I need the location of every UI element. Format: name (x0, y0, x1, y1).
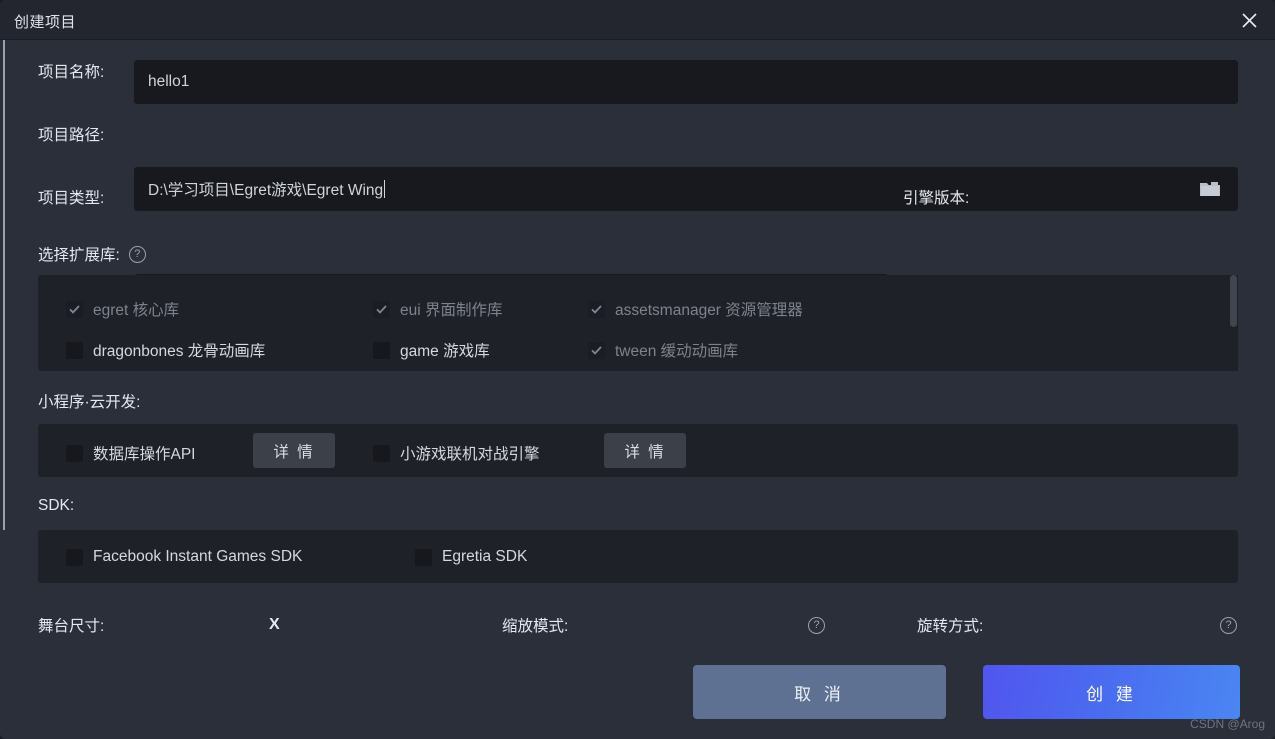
checkbox-label: assetsmanager 资源管理器 (615, 302, 803, 319)
scale-mode-row: 缩放模式: (502, 614, 568, 636)
checkbox-game[interactable]: game 游戏库 (373, 339, 490, 361)
checkbox-facebook-instant-games-sdk[interactable]: Facebook Instant Games SDK (66, 548, 302, 566)
extensions-label-text: 选择扩展库: (38, 247, 120, 264)
dialog-titlebar: 创建项目 (0, 0, 1275, 40)
checkbox-label: Egretia SDK (442, 548, 528, 565)
checkbox-box (588, 300, 605, 318)
miniprogram-section-label: 小程序·云开发: (38, 390, 140, 412)
project-name-row: 项目名称: (38, 60, 104, 82)
checkbox-label: Facebook Instant Games SDK (93, 548, 303, 565)
create-button[interactable]: 创 建 (983, 665, 1240, 719)
project-name-label: 项目名称: (38, 64, 105, 81)
stage-size-label: 舞台尺寸: (38, 618, 105, 635)
help-icon[interactable]: ? (128, 245, 146, 263)
checkbox-multiplayer-engine[interactable]: 小游戏联机对战引擎 (373, 442, 540, 464)
project-type-row: 项目类型: (38, 186, 104, 208)
scale-mode-help-icon[interactable]: ? (808, 617, 825, 634)
checkbox-label: tween 缓动动画库 (615, 343, 739, 360)
checkbox-box (373, 444, 390, 462)
checkbox-box (66, 341, 83, 359)
checkbox-box (66, 444, 83, 462)
checkbox-egretia-sdk[interactable]: Egretia SDK (415, 548, 527, 566)
extensions-section-label: 选择扩展库: ? (38, 243, 146, 265)
checkbox-box (373, 300, 390, 318)
rotation-help-icon[interactable]: ? (1220, 617, 1237, 634)
checkbox-label: dragonbones 龙骨动画库 (93, 343, 266, 360)
engine-version-row: 引擎版本: (903, 186, 969, 208)
checkbox-assetsmanager[interactable]: assetsmanager 资源管理器 (588, 298, 803, 320)
checkbox-label: 数据库操作API (93, 446, 196, 463)
extensions-scrollbar-thumb[interactable] (1230, 275, 1237, 327)
checkbox-tween[interactable]: tween 缓动动画库 (588, 339, 738, 361)
checkbox-box (373, 341, 390, 359)
rotation-label: 旋转方式: (917, 618, 984, 635)
scale-mode-label: 缩放模式: (502, 618, 569, 635)
dialog-title: 创建项目 (14, 14, 77, 31)
checkbox-label: 小游戏联机对战引擎 (400, 446, 540, 463)
folder-icon[interactable] (1200, 181, 1220, 197)
create-project-dialog: 创建项目 项目名称: hello1 项目路径: D:\学习项目\Egret游戏\… (0, 0, 1275, 739)
multiplayer-engine-detail-button[interactable]: 详 情 (604, 433, 686, 468)
sdk-section-label: SDK: (38, 497, 74, 515)
close-icon[interactable] (1223, 0, 1275, 40)
watermark: CSDN @Arog (1190, 717, 1265, 731)
checkbox-label: eui 界面制作库 (400, 302, 503, 319)
project-path-value: D:\学习项目\Egret游戏\Egret Wing (148, 182, 384, 199)
miniprogram-label-text: 小程序·云开发: (38, 394, 141, 411)
checkbox-database-api[interactable]: 数据库操作API (66, 442, 195, 464)
rotation-row: 旋转方式: (917, 614, 983, 636)
checkbox-label: egret 核心库 (93, 302, 180, 319)
stage-size-row: 舞台尺寸: (38, 614, 104, 636)
checkbox-box (415, 548, 432, 566)
checkbox-eui[interactable]: eui 界面制作库 (373, 298, 503, 320)
project-path-input[interactable]: D:\学习项目\Egret游戏\Egret Wing (134, 167, 1238, 211)
dialog-left-accent-line (3, 40, 5, 530)
text-caret (384, 180, 386, 198)
checkbox-egret-core[interactable]: egret 核心库 (66, 298, 179, 320)
project-type-label: 项目类型: (38, 190, 105, 207)
extensions-scrollbar[interactable] (1230, 275, 1238, 371)
project-name-input[interactable]: hello1 (134, 60, 1238, 104)
cancel-button[interactable]: 取 消 (693, 665, 946, 719)
sdk-label-text: SDK: (38, 497, 75, 514)
project-path-label: 项目路径: (38, 127, 105, 144)
stage-size-separator: X (269, 616, 280, 633)
checkbox-box (588, 341, 605, 359)
database-api-detail-button[interactable]: 详 情 (253, 433, 335, 468)
checkbox-box (66, 300, 83, 318)
engine-version-label: 引擎版本: (903, 190, 970, 207)
checkbox-box (66, 548, 83, 566)
checkbox-label: game 游戏库 (400, 343, 490, 360)
checkbox-dragonbones[interactable]: dragonbones 龙骨动画库 (66, 339, 265, 361)
project-name-value: hello1 (148, 73, 190, 90)
project-path-row: 项目路径: (38, 123, 104, 145)
